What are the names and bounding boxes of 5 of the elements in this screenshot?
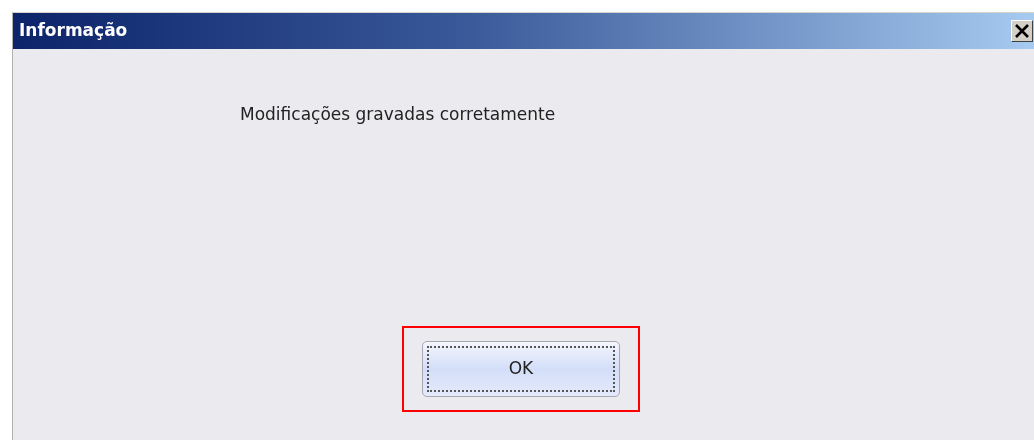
close-icon (1014, 24, 1030, 38)
window-title: Informação (19, 19, 128, 43)
ok-button[interactable]: OK (422, 341, 620, 397)
message-text: Modificações gravadas corretamente (240, 103, 557, 126)
close-button[interactable] (1011, 20, 1033, 42)
